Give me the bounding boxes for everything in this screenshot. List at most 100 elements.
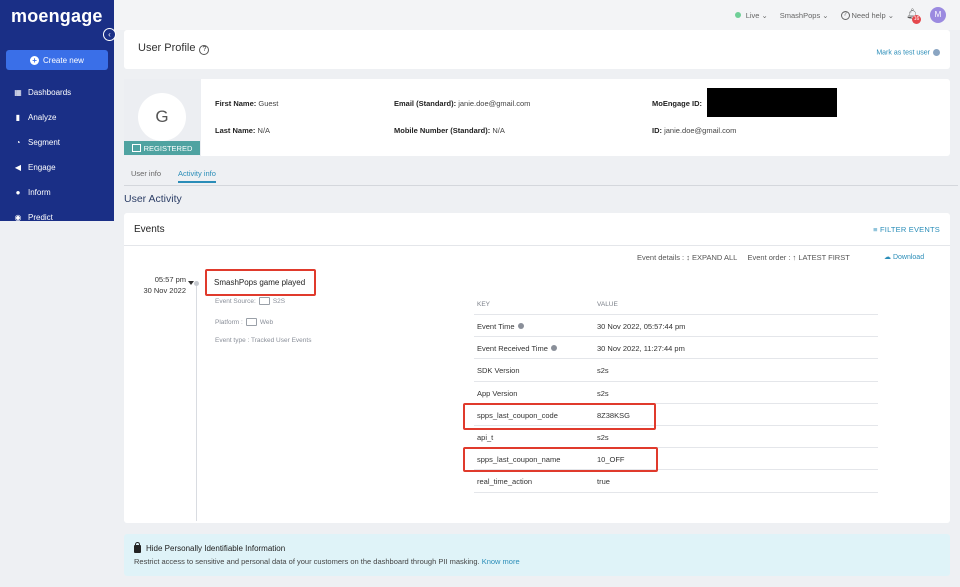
server-icon	[258, 297, 270, 305]
row-key: Event Received Time	[477, 344, 557, 353]
sidebar-item-analyze[interactable]: ▮ Analyze	[0, 105, 114, 130]
tab-user-info[interactable]: User info	[131, 169, 161, 178]
email-label: Email (Standard):	[394, 99, 457, 108]
highlight-coupon-code	[463, 403, 656, 430]
segment-icon: ◔	[15, 137, 21, 147]
filter-events-button[interactable]: ≡ FILTER EVENTS	[873, 225, 940, 234]
id-label: ID:	[652, 126, 662, 135]
first-name-value: Guest	[258, 99, 279, 108]
workspace-selector[interactable]: SmashPops ⌄	[780, 11, 829, 20]
download-button[interactable]: ☁ Download	[884, 253, 924, 261]
event-date: 30 Nov 2022	[143, 286, 186, 295]
events-title: Events	[134, 224, 165, 235]
info-icon[interactable]	[517, 323, 524, 329]
sidebar-item-label: Engage	[28, 163, 56, 172]
pii-title-text: Hide Personally Identifiable Information	[146, 544, 286, 553]
engage-icon: ◀	[14, 162, 22, 172]
row-key: App Version	[477, 388, 518, 398]
moengage-id-field: MoEngage ID:	[652, 99, 702, 108]
notifications-bell-icon[interactable]: 🔔︎ 16	[906, 9, 921, 24]
event-details-label: Event details :	[637, 253, 685, 262]
latest-first-button[interactable]: ↑ LATEST FIRST	[793, 253, 850, 262]
analyze-icon: ▮	[15, 112, 21, 122]
row-value: true	[597, 477, 610, 487]
row-value: 30 Nov 2022, 05:57:44 pm	[597, 322, 686, 331]
highlight-coupon-name	[463, 447, 658, 472]
know-more-link[interactable]: Know more	[482, 557, 520, 566]
mobile-label: Mobile Number (Standard):	[394, 126, 491, 135]
table-row: Event Time 30 Nov 2022, 05:57:44 pm	[474, 315, 878, 338]
sidebar-item-label: Segment	[28, 138, 61, 147]
chevron-down-icon: ⌄	[822, 10, 829, 20]
row-key: api_t	[477, 432, 494, 442]
dashboard-icon: ▦	[14, 87, 22, 97]
events-header: Events ≡ FILTER EVENTS	[124, 213, 950, 246]
sidebar-item-predict[interactable]: ◉ Predict	[0, 205, 114, 230]
mobile-field: Mobile Number (Standard): N/A	[394, 126, 505, 135]
avatar-panel: G REGISTERED	[124, 79, 201, 156]
email-value: janie.doe@gmail.com	[458, 99, 531, 108]
web-icon	[245, 318, 257, 326]
event-order-label: Event order :	[747, 253, 791, 262]
sidebar-item-label: Inform	[28, 188, 51, 197]
event-platform: Platform : Web	[215, 318, 273, 326]
live-status-icon	[734, 12, 741, 18]
create-new-label: Create new	[43, 55, 84, 65]
mark-as-test-user-link[interactable]: Mark as test user	[876, 49, 940, 56]
chevron-down-icon: ⌄	[887, 10, 894, 20]
sidebar-item-label: Dashboards	[28, 88, 72, 97]
table-row: real_time_action true	[474, 470, 878, 493]
event-source: Event Source: S2S	[215, 297, 285, 305]
tab-activity-info[interactable]: Activity info	[178, 169, 216, 183]
first-name-label: First Name:	[215, 99, 257, 108]
last-name-field: Last Name: N/A	[215, 126, 270, 135]
create-new-button[interactable]: + Create new	[6, 50, 108, 70]
table-header: KEY VALUE	[474, 294, 878, 315]
mobile-value: N/A	[492, 126, 505, 135]
table-row: Event Received Time 30 Nov 2022, 11:27:4…	[474, 337, 878, 360]
info-icon	[933, 49, 940, 56]
event-controls: Event details : ↕ EXPAND ALL Event order…	[637, 253, 850, 262]
expand-all-button[interactable]: ↕ EXPAND ALL	[686, 253, 737, 262]
pii-banner: Hide Personally Identifiable Information…	[124, 534, 950, 576]
last-name-value: N/A	[257, 126, 271, 135]
chevron-down-icon: ⌄	[761, 10, 768, 20]
sidebar-nav: ▦ Dashboards ▮ Analyze ◔ Segment ◀ Engag…	[0, 80, 114, 230]
sidebar-item-inform[interactable]: ● Inform	[0, 180, 114, 205]
row-value: s2s	[597, 366, 609, 376]
profile-tabs: User info Activity info	[124, 165, 958, 186]
first-name-field: First Name: Guest	[215, 99, 278, 108]
row-value: 30 Nov 2022, 11:27:44 pm	[597, 344, 685, 354]
sidebar-item-segment[interactable]: ◔ Segment	[0, 130, 114, 155]
page-title-text: User Profile	[138, 42, 196, 54]
inform-icon: ●	[15, 187, 21, 197]
help-icon[interactable]: ?	[199, 45, 210, 55]
predict-icon: ◉	[14, 212, 22, 222]
cloud-download-icon: ☁	[884, 254, 891, 261]
plus-icon: +	[30, 55, 40, 65]
value-column-header: VALUE	[597, 301, 618, 308]
sidebar-item-dashboards[interactable]: ▦ Dashboards	[0, 80, 114, 105]
id-field: ID: janie.doe@gmail.com	[652, 126, 736, 135]
filter-events-label: FILTER EVENTS	[880, 225, 940, 234]
id-card-icon	[131, 144, 141, 152]
event-source-label: Event Source:	[215, 297, 256, 305]
mark-test-label: Mark as test user	[876, 49, 930, 57]
last-name-label: Last Name:	[215, 126, 256, 135]
environment-selector[interactable]: Live ⌄	[734, 10, 768, 20]
event-name[interactable]: SmashPops game played	[205, 269, 316, 296]
expand-icon: ↕	[686, 253, 690, 262]
moengage-logo[interactable]: moengage	[11, 6, 103, 27]
sidebar-item-engage[interactable]: ◀ Engage	[0, 155, 114, 180]
info-icon[interactable]	[550, 345, 557, 352]
redacted-moengage-id	[707, 88, 837, 117]
workspace-label: SmashPops	[779, 10, 821, 20]
sidebar: moengage ‹ + Create new ▦ Dashboards ▮ A…	[0, 0, 116, 222]
email-field: Email (Standard): janie.doe@gmail.com	[394, 99, 530, 108]
moengage-id-label: MoEngage ID:	[652, 99, 702, 108]
help-menu[interactable]: ? Need help ⌄	[840, 10, 894, 20]
timeline-line	[196, 281, 197, 521]
sidebar-item-label: Predict	[28, 213, 53, 222]
key-column-header: KEY	[477, 301, 491, 308]
user-avatar[interactable]: M	[930, 7, 946, 23]
